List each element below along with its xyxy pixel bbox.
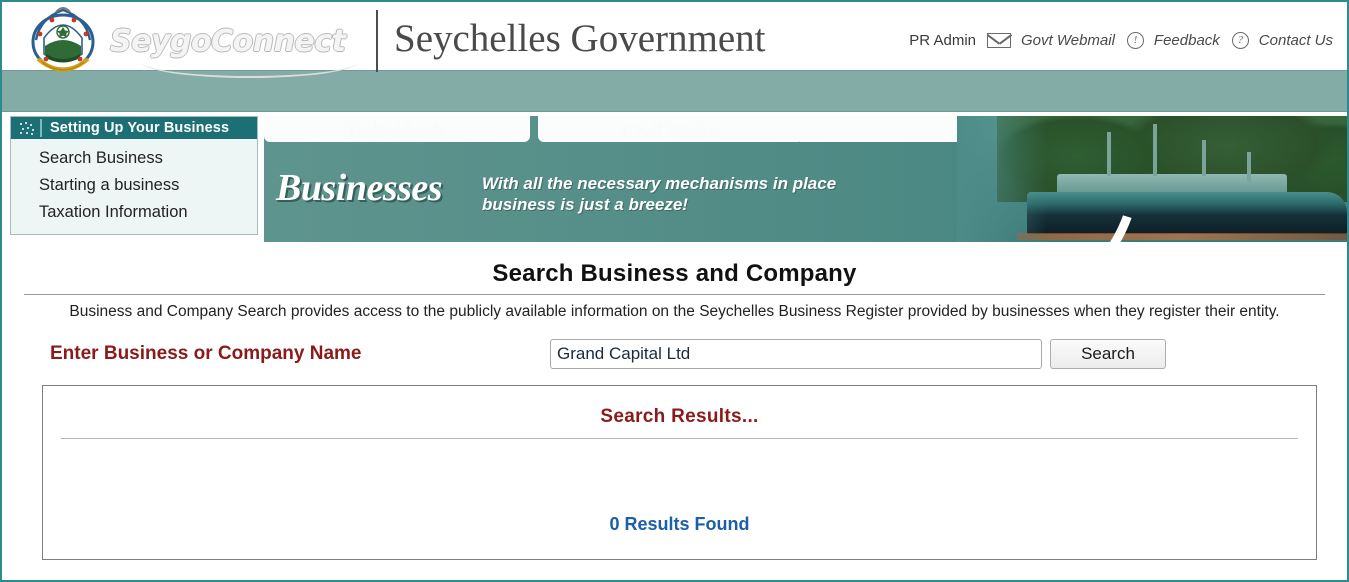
header-link-group: PR Admin Govt Webmail ! Feedback ? Conta…	[906, 32, 1337, 49]
question-icon: ?	[1231, 32, 1249, 49]
sidebar-item-search-business[interactable]: Search Business	[11, 145, 257, 172]
header-divider	[376, 10, 378, 72]
feedback-link[interactable]: Feedback	[1154, 32, 1224, 49]
banner-tagline-line1: With all the necessary mechanisms in pla…	[482, 174, 837, 193]
mail-icon	[987, 33, 1011, 48]
search-results-panel: Search Results... 0 Results Found	[42, 385, 1317, 560]
banner: Individuals Civil Status Businesses With…	[264, 116, 1347, 242]
search-form: Enter Business or Company Name Search	[12, 339, 1337, 369]
banner-tab-individuals[interactable]: Individuals	[264, 116, 530, 142]
banner-tab-civil-status[interactable]: Civil Status	[538, 116, 804, 142]
contact-us-link[interactable]: Contact Us	[1259, 32, 1337, 49]
feedback-icon: !	[1126, 32, 1144, 49]
banner-tab-civil-status-label: Civil Status	[621, 119, 721, 142]
site-header: SeygoConnect Seychelles Government PR Ad…	[2, 2, 1347, 78]
results-divider	[61, 438, 1298, 439]
site-title: Seychelles Government	[394, 17, 766, 60]
sidebar-item-taxation-information[interactable]: Taxation Information	[11, 199, 257, 226]
coat-of-arms-icon	[31, 7, 95, 72]
sidebar-item-starting-a-business[interactable]: Starting a business	[11, 172, 257, 199]
title-divider	[24, 294, 1325, 295]
sidebar-link-taxation-information[interactable]: Taxation Information	[11, 199, 257, 226]
banner-tagline-line2: business is just a breeze!	[482, 195, 688, 214]
pr-admin-label: PR Admin	[909, 32, 976, 49]
sidebar-link-search-business[interactable]: Search Business	[11, 145, 257, 172]
results-count: 0 Results Found	[609, 514, 750, 534]
banner-heading: Businesses	[276, 167, 443, 209]
banner-tab-strip: Individuals Civil Status	[264, 116, 804, 142]
search-button[interactable]: Search	[1050, 339, 1166, 369]
results-heading: Search Results...	[600, 406, 759, 427]
banner-tab-individuals-label: Individuals	[347, 119, 447, 142]
sidebar-panel: Setting Up Your Business Search Business…	[10, 116, 258, 235]
search-input[interactable]	[550, 339, 1042, 369]
page-root: SeygoConnect Seychelles Government PR Ad…	[0, 0, 1349, 582]
sidebar-link-starting-a-business[interactable]: Starting a business	[11, 172, 257, 199]
logo-swoosh	[142, 46, 357, 78]
govt-webmail-link[interactable]: Govt Webmail	[1021, 32, 1119, 49]
main-content: Search Business and Company Business and…	[2, 260, 1347, 560]
harbour-ships-photo	[957, 116, 1347, 242]
sidebar-title: Setting Up Your Business	[50, 120, 230, 136]
sidebar-menu: Search Business Starting a business Taxa…	[11, 139, 257, 234]
dots-icon	[14, 119, 42, 137]
sidebar-header: Setting Up Your Business	[11, 117, 257, 139]
mid-strip: Setting Up Your Business Search Business…	[2, 112, 1347, 250]
search-label: Enter Business or Company Name	[50, 343, 362, 364]
intro-text: Business and Company Search provides acc…	[69, 303, 1280, 320]
banner-tagline: With all the necessary mechanisms in pla…	[482, 173, 836, 215]
page-title: Search Business and Company	[492, 260, 857, 287]
